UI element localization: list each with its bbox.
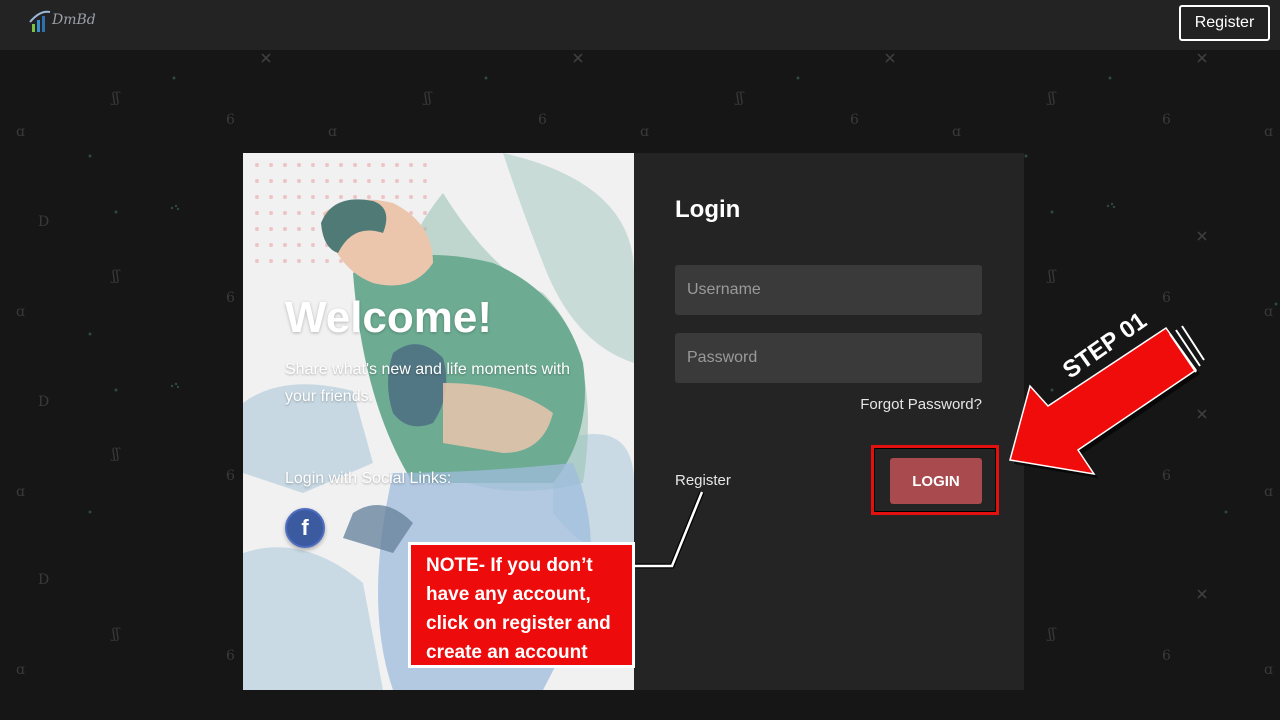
svg-text:D: D <box>38 214 49 230</box>
svg-text:6: 6 <box>226 112 235 128</box>
svg-text:ɑ: ɑ <box>1264 124 1273 140</box>
svg-text:ɑ: ɑ <box>1264 662 1273 678</box>
svg-text:ʃʃ: ʃʃ <box>1046 90 1057 106</box>
forgot-password-link[interactable]: Forgot Password? <box>860 396 982 413</box>
svg-text:ɑ: ɑ <box>1264 304 1273 320</box>
top-navbar: DmBd Register <box>0 0 1280 50</box>
register-button[interactable]: Register <box>1179 5 1270 41</box>
svg-text:ɑ: ɑ <box>16 662 25 678</box>
register-link[interactable]: Register <box>675 472 731 489</box>
note-connector-line <box>634 491 705 569</box>
svg-text:6: 6 <box>1162 112 1171 128</box>
login-highlight-box <box>871 445 999 515</box>
svg-text:ʃʃ: ʃʃ <box>1046 626 1057 642</box>
username-input[interactable] <box>675 265 982 315</box>
note-callout: NOTE- If you don’t have any account, cli… <box>408 542 635 668</box>
svg-text:ɑ: ɑ <box>328 124 337 140</box>
svg-text:ʃʃ: ʃʃ <box>422 90 433 106</box>
svg-text:ʃʃ: ʃʃ <box>1046 268 1057 284</box>
svg-text:6: 6 <box>538 112 547 128</box>
svg-text:ɑ: ɑ <box>16 304 25 320</box>
svg-text:6: 6 <box>226 648 235 664</box>
svg-text:ɑ: ɑ <box>952 124 961 140</box>
login-form-panel: Login Forgot Password? Register LOGIN <box>634 153 1024 690</box>
svg-text:ʃʃ: ʃʃ <box>110 268 121 284</box>
welcome-subtitle: Share what's new and life moments with y… <box>285 361 570 405</box>
svg-text:ɑ: ɑ <box>640 124 649 140</box>
svg-text:ʃʃ: ʃʃ <box>110 446 121 462</box>
svg-text:D: D <box>38 572 49 588</box>
svg-text:ɑ: ɑ <box>1264 484 1273 500</box>
svg-text:6: 6 <box>850 112 859 128</box>
facebook-icon: f <box>301 515 309 540</box>
svg-text:ʃʃ: ʃʃ <box>110 90 121 106</box>
svg-text:6: 6 <box>226 290 235 306</box>
social-login-label: Login with Social Links: <box>285 470 452 487</box>
login-title: Login <box>675 196 741 223</box>
svg-text:6: 6 <box>226 468 235 484</box>
svg-text:ʃʃ: ʃʃ <box>110 626 121 642</box>
svg-text:D: D <box>38 394 49 410</box>
svg-text:6: 6 <box>1162 290 1171 306</box>
svg-text:ɑ: ɑ <box>16 484 25 500</box>
svg-text:ɑ: ɑ <box>16 124 25 140</box>
logo-text: DmBd <box>52 12 96 28</box>
password-input[interactable] <box>675 333 982 383</box>
facebook-login-button[interactable]: f <box>285 508 325 548</box>
svg-text:6: 6 <box>1162 648 1171 664</box>
welcome-heading: Welcome! <box>285 293 493 342</box>
svg-text:ʃʃ: ʃʃ <box>734 90 745 106</box>
